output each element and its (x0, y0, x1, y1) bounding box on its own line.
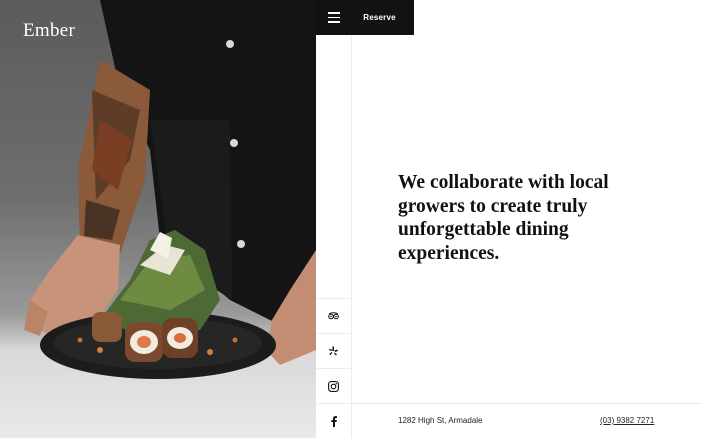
phone-link[interactable]: (03) 9382 7271 (600, 416, 654, 425)
social-links (316, 35, 352, 438)
tripadvisor-glyph (328, 312, 339, 320)
footer-divider (352, 403, 701, 404)
yelp-glyph (329, 346, 338, 356)
facebook-glyph (330, 415, 337, 427)
page-headline: We collaborate with local growers to cre… (398, 172, 609, 264)
menu-line (327, 16, 340, 19)
facebook-icon[interactable] (316, 403, 351, 438)
reserve-button[interactable]: Reserve (351, 0, 414, 35)
menu-line (327, 12, 340, 14)
instagram-icon[interactable] (316, 368, 351, 403)
hero-image: Ember (0, 0, 316, 438)
brand-logo[interactable]: Ember (23, 20, 75, 42)
menu-line (327, 21, 340, 23)
top-bar: Reserve (316, 0, 414, 35)
chef-plating-illustration (24, 0, 316, 379)
instagram-glyph (328, 380, 339, 392)
hamburger-menu-icon[interactable] (316, 0, 351, 35)
yelp-icon[interactable] (316, 333, 351, 368)
address-text: 1282 High St, Armadale (398, 416, 483, 425)
tripadvisor-icon[interactable] (316, 298, 351, 333)
